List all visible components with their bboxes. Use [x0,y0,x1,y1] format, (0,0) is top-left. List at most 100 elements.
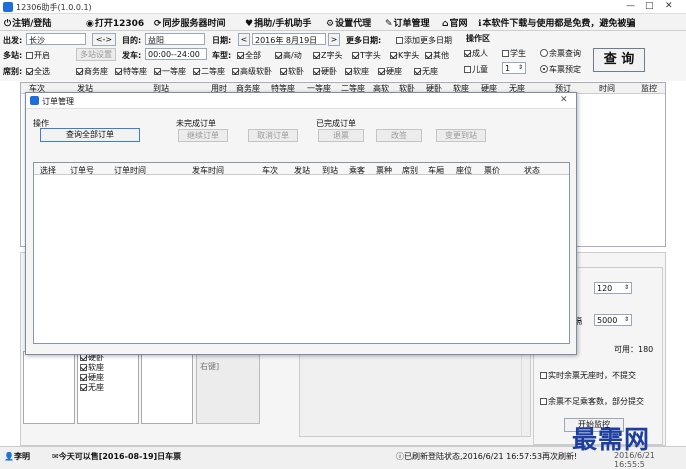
menu-order-manage[interactable]: ✎订单管理 [385,16,430,29]
train-type-k[interactable]: K字头 [390,50,419,61]
query-all-orders-button[interactable]: 查询全部订单 [40,128,140,142]
order-dialog-body: 操作 查询全部订单 未完成订单 继续订单 取消订单 已完成订单 退票 改签 变更… [26,109,576,354]
seat-first[interactable]: 一等座 [154,66,186,77]
close-icon[interactable]: ✕ [560,95,568,105]
passenger-list[interactable] [23,351,75,424]
menu-donate[interactable]: ♥捐助/手机助手 [245,16,311,29]
multi-station-checkbox[interactable]: 开启 [26,50,50,61]
app-icon [3,2,13,12]
seat-priority-item[interactable]: 无座 [80,382,104,393]
order-dialog: 订单管理 ✕ 操作 查询全部订单 未完成订单 继续订单 取消订单 已完成订单 退… [25,92,577,355]
col-seat-class: 席别 [402,166,418,175]
seat-soft-sleeper[interactable]: 软卧 [280,66,304,77]
menu-sync-time[interactable]: ⟳同步服务器时间 [154,16,226,29]
change-station-button[interactable]: 变更到站 [436,129,486,142]
menu-open-12306[interactable]: ◉打开12306 [86,16,144,29]
order-dialog-titlebar: 订单管理 ✕ [26,93,576,109]
user-status: 👤李明 [4,452,30,461]
depart-time-select[interactable]: 00:00--24:00⌄ [145,48,207,60]
menu-login[interactable]: ⏻注销/登陆 [4,16,51,29]
interval-spinner-1[interactable]: 120 ⇕ [594,282,632,294]
seat-special[interactable]: 特等座 [115,66,147,77]
seat-second[interactable]: 二等座 [193,66,225,77]
student-checkbox[interactable]: 学生 [502,48,526,59]
minimize-button[interactable]: — [626,1,635,11]
seat-label: 席别: [3,67,23,76]
ticket-lock-radio[interactable]: 车票预定 [540,64,581,75]
close-button[interactable]: ✕ [665,1,673,11]
more-dates-label: 更多日期: [346,36,382,45]
child-checkbox[interactable]: 儿童 [464,64,488,75]
multi-station-label: 多站: [3,51,23,60]
train-type-label: 车型: [212,51,232,60]
child-count-spinner[interactable]: 1 ⇕ [502,62,526,74]
date-picker[interactable]: 2016年 8月19日⌄ [252,33,326,45]
col-status: 状态 [524,166,540,175]
remain-query-radio[interactable]: 余票查询 [540,48,581,59]
date-prev-button[interactable]: < [238,33,250,46]
menu-bar: ⏻注销/登陆 ◉打开12306 ⟳同步服务器时间 ♥捐助/手机助手 ⚙设置代理 … [0,14,686,31]
col-monitor: 监控 [641,84,657,93]
presale-status: ✉今天可以售[2016-08-19]日车票 [52,452,182,461]
maximize-button[interactable]: □ [645,1,654,11]
train-list[interactable] [141,351,193,424]
seat-soft-seat[interactable]: 软座 [345,66,369,77]
seat-business[interactable]: 商务座 [76,66,108,77]
add-more-dates-checkbox[interactable]: 添加更多日期 [396,35,452,46]
right-click-hint: 右键] [196,351,260,424]
seat-premium-soft-sleeper[interactable]: 高级软卧 [232,66,272,77]
available-label: 可用：180 [614,345,654,354]
power-icon: ⏻ [4,19,12,29]
edit-icon: ✎ [385,19,393,29]
train-type-t[interactable]: T字头 [352,50,381,61]
seat-hard-seat[interactable]: 硬座 [378,66,402,77]
col-to: 到站 [322,166,338,175]
change-ticket-button[interactable]: 改签 [376,129,422,142]
train-type-gd[interactable]: 高/动 [275,50,302,61]
incomplete-group-label: 未完成订单 [176,119,216,128]
spinner-arrows-icon: ⇕ [623,316,629,323]
partial-submit-checkbox[interactable]: 余票不足乘客数，部分提交 [540,396,644,407]
globe-icon: ◉ [86,19,94,29]
spinner-arrows-icon: ⇕ [623,284,629,291]
seat-no-seat[interactable]: 无座 [414,66,438,77]
col-price: 票价 [484,166,500,175]
chevron-down-icon: ⌄ [197,59,204,60]
op-area-label: 操作区 [466,34,490,43]
multi-station-settings-button[interactable]: 多站设置 [76,48,116,61]
swap-button[interactable]: <-> [92,33,116,46]
train-type-all[interactable]: 全部 [237,50,261,61]
train-type-z[interactable]: Z字头 [313,50,342,61]
info-icon: ℹ [478,19,482,29]
seat-hard-sleeper[interactable]: 硬卧 [313,66,337,77]
gear-icon: ⚙ [326,19,335,29]
seat-priority-list[interactable]: 硬卧 软座 硬座 无座 [77,351,139,424]
menu-website[interactable]: ⌂官网 [442,16,467,29]
no-seat-no-submit-checkbox[interactable]: 实时余票无座时，不提交 [540,370,636,381]
watermark: 最需网 [572,425,651,454]
adult-checkbox[interactable]: 成人 [464,48,488,59]
continue-order-button[interactable]: 继续订单 [178,129,228,142]
interval-spinner-2[interactable]: 5000 ⇕ [594,314,632,326]
col-time: 时间 [599,84,615,93]
menu-proxy[interactable]: ⚙设置代理 [326,16,371,29]
window-title: 12306助手(1.0.0.1) [16,3,92,12]
cancel-order-button[interactable]: 取消订单 [248,129,298,142]
col-select: 选择 [40,166,56,175]
train-type-other[interactable]: 其他 [425,50,449,61]
date-next-button[interactable]: > [328,33,340,46]
refund-button[interactable]: 退票 [318,129,364,142]
spinner-arrows-icon: ⇕ [517,64,523,71]
seat-all[interactable]: 全选 [26,66,50,77]
col-depart-time: 发车时间 [192,166,224,175]
query-button[interactable]: 查 询 [593,48,645,72]
menu-notice[interactable]: ℹ本软件下载与使用都是免费，避免被骗 [478,16,635,29]
title-bar: 12306助手(1.0.0.1) — □ ✕ [0,0,686,14]
col-passenger: 乘客 [349,166,365,175]
from-input[interactable]: 长沙 [26,33,86,45]
to-input[interactable]: 益阳 [145,33,205,45]
col-order-no: 订单号 [70,166,94,175]
mail-icon: ✉ [52,452,59,461]
refresh-icon: ⟳ [154,19,162,29]
complete-group-label: 已完成订单 [316,119,356,128]
